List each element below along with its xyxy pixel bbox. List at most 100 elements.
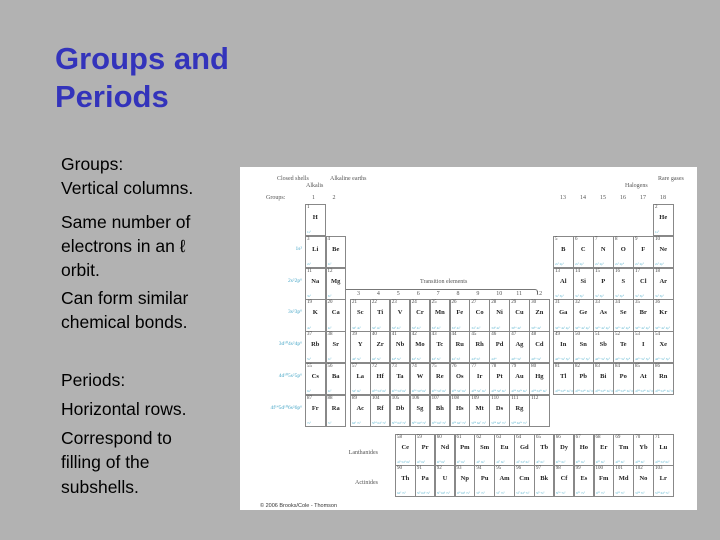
element-symbol: Sn: [579, 341, 587, 349]
element-cell: 77 Ir 4f¹⁴ 5d⁷ 6s²: [469, 363, 490, 396]
electron-config: 1s¹: [307, 230, 311, 235]
electron-config: 4f⁷ 6s²: [496, 460, 505, 465]
element-symbol: Es: [580, 475, 588, 482]
element-cell: 102 No 5f¹⁴ 7s²: [633, 465, 654, 498]
atomic-number: 27: [471, 300, 477, 306]
atomic-number: 42: [411, 332, 417, 338]
atomic-number: 32: [575, 300, 580, 306]
slide-title: Groups and Periods: [55, 40, 229, 116]
element-cell: 20 Ca 4s²: [325, 299, 346, 332]
atomic-number: 76: [451, 364, 457, 369]
electron-config: 3d² 4s²: [371, 325, 381, 330]
rare-gases-label: Rare gases: [658, 176, 684, 182]
element-symbol: Am: [499, 475, 510, 482]
electron-config: 4s¹: [307, 325, 311, 330]
element-symbol: No: [639, 475, 648, 482]
atomic-number: 86: [655, 364, 660, 369]
element-cell: 6 C 2s² 2p²: [573, 235, 594, 269]
atomic-number: 57: [352, 364, 357, 369]
element-symbol: Si: [580, 277, 586, 285]
element-symbol: Nd: [440, 444, 450, 451]
element-cell: 87 Fr 7s¹: [305, 394, 326, 428]
electron-config: 2s² 2p²: [575, 262, 584, 267]
element-symbol: Zr: [376, 341, 384, 349]
electron-config: 5f¹⁴ 6d⁷ 7s²: [471, 421, 486, 426]
element-cell: 69 Tm 4f¹³ 6s²: [613, 434, 634, 467]
element-cell: 35 Br 3d¹⁰ 4s² 4p⁵: [633, 299, 654, 332]
group-number: 9: [476, 291, 480, 297]
element-cell: 80 Hg 4f¹⁴ 5d¹⁰ 6s²: [529, 363, 550, 396]
electron-config: 5f¹⁴ 6d² 7s²: [371, 421, 387, 426]
element-symbol: F: [641, 245, 646, 253]
element-symbol: Al: [560, 277, 567, 285]
electron-config: 4f¹⁴ 5d¹⁰ 6s² 6p⁵: [635, 389, 653, 394]
element-symbol: Cs: [311, 373, 319, 380]
atomic-number: 45: [471, 332, 477, 338]
groups-line: electrons in an ℓ: [61, 236, 186, 256]
core-config-label: 3d¹⁰4s²4p⁶: [278, 341, 302, 348]
element-cell: 108 Hs 5f¹⁴ 6d⁶ 7s²: [449, 394, 470, 428]
element-cell: 64 Gd 4f⁷ 5d¹ 6s²: [514, 434, 535, 467]
element-symbol: Pm: [460, 444, 470, 451]
element-cell: 5 B 2s² 2p¹: [553, 235, 574, 269]
element-cell: 10 Ne 2s² 2p⁶: [653, 235, 674, 269]
electron-config: 3d¹⁰ 4s² 4p²: [575, 325, 590, 330]
atomic-number: 105: [391, 395, 400, 401]
groups-line: Can form similar: [61, 288, 189, 308]
electron-config: 3s² 3p²: [575, 293, 584, 298]
element-symbol: Gd: [520, 444, 529, 451]
atomic-number: 38: [327, 332, 333, 338]
element-symbol: W: [416, 373, 424, 380]
element-symbol: Li: [312, 245, 319, 253]
element-cell: 59 Pr 4f³ 6s²: [414, 434, 436, 467]
periodic-table-image: Closed shells Alkalis Alkaline earths Ha…: [240, 167, 697, 510]
atomic-number: 4: [327, 236, 331, 242]
atomic-number: 61: [456, 435, 462, 440]
element-symbol: Ce: [401, 444, 410, 451]
element-cell: 100 Fm 5f¹² 7s²: [593, 465, 614, 498]
atomic-number: 49: [555, 332, 560, 338]
element-symbol: Cr: [416, 309, 424, 317]
electron-config: 3d⁵ 4s¹: [411, 325, 421, 330]
periods-line: subshells.: [61, 477, 139, 497]
element-symbol: Na: [311, 277, 320, 285]
element-cell: 89 Ac 6d¹ 7s²: [350, 394, 371, 428]
electron-config: 4d¹⁰ 5s² 5p²: [575, 357, 590, 362]
electron-config: 5f¹⁴ 6d⁹ 7s¹: [491, 421, 506, 426]
element-cell: 47 Ag 4d¹⁰ 5s¹: [509, 331, 530, 364]
atomic-number: 39: [352, 332, 357, 338]
element-symbol: Nb: [395, 341, 405, 349]
electron-config: 5f¹⁴ 6d¹⁰ 7s¹: [511, 421, 527, 426]
group-number: 2: [332, 195, 336, 201]
atomic-number: 111: [511, 395, 519, 401]
group-number: 16: [620, 195, 626, 201]
element-cell: 52 Te 4d¹⁰ 5s² 5p⁴: [613, 331, 634, 364]
atomic-number: 93: [456, 466, 462, 471]
atomic-number: 17: [635, 268, 640, 274]
atomic-number: 101: [615, 466, 623, 471]
element-cell: 46 Pd 4d¹⁰: [489, 331, 510, 364]
periods-colon: :: [120, 370, 126, 390]
group-number: 1: [312, 195, 315, 201]
atomic-number: 50: [575, 332, 580, 338]
element-cell: 103 Lr 5f¹⁴ 6d¹ 7s²: [653, 465, 674, 498]
electron-config: 3s² 3p¹: [555, 293, 564, 298]
element-cell: 82 Pb 4f¹⁴ 5d¹⁰ 6s² 6p²: [573, 363, 594, 396]
element-symbol: Hf: [376, 373, 384, 380]
atomic-number: 80: [531, 364, 537, 369]
electron-config: 4f¹⁴ 5d¹⁰ 6s¹: [511, 389, 527, 394]
electron-config: 3d⁸ 4s²: [491, 325, 501, 330]
element-cell: 17 Cl 3s² 3p⁵: [633, 267, 654, 300]
electron-config: 3d¹⁰ 4s² 4p⁴: [615, 325, 631, 330]
atomic-number: 107: [431, 395, 440, 401]
electron-config: 4d¹⁰ 5s² 5p⁶: [655, 357, 671, 362]
electron-config: 2s²: [327, 262, 332, 267]
element-cell: 58 Ce 4f¹ 5d¹ 6s²: [395, 434, 416, 467]
electron-config: 5f¹⁴ 6d⁴ 7s²: [411, 421, 427, 426]
atomic-number: 55: [307, 364, 312, 369]
electron-config: 5f¹⁴ 6d⁶ 7s²: [451, 421, 466, 426]
element-symbol: Ru: [455, 341, 464, 349]
element-symbol: Ta: [396, 373, 404, 380]
atomic-number: 108: [451, 395, 460, 401]
atomic-number: 37: [307, 332, 312, 338]
